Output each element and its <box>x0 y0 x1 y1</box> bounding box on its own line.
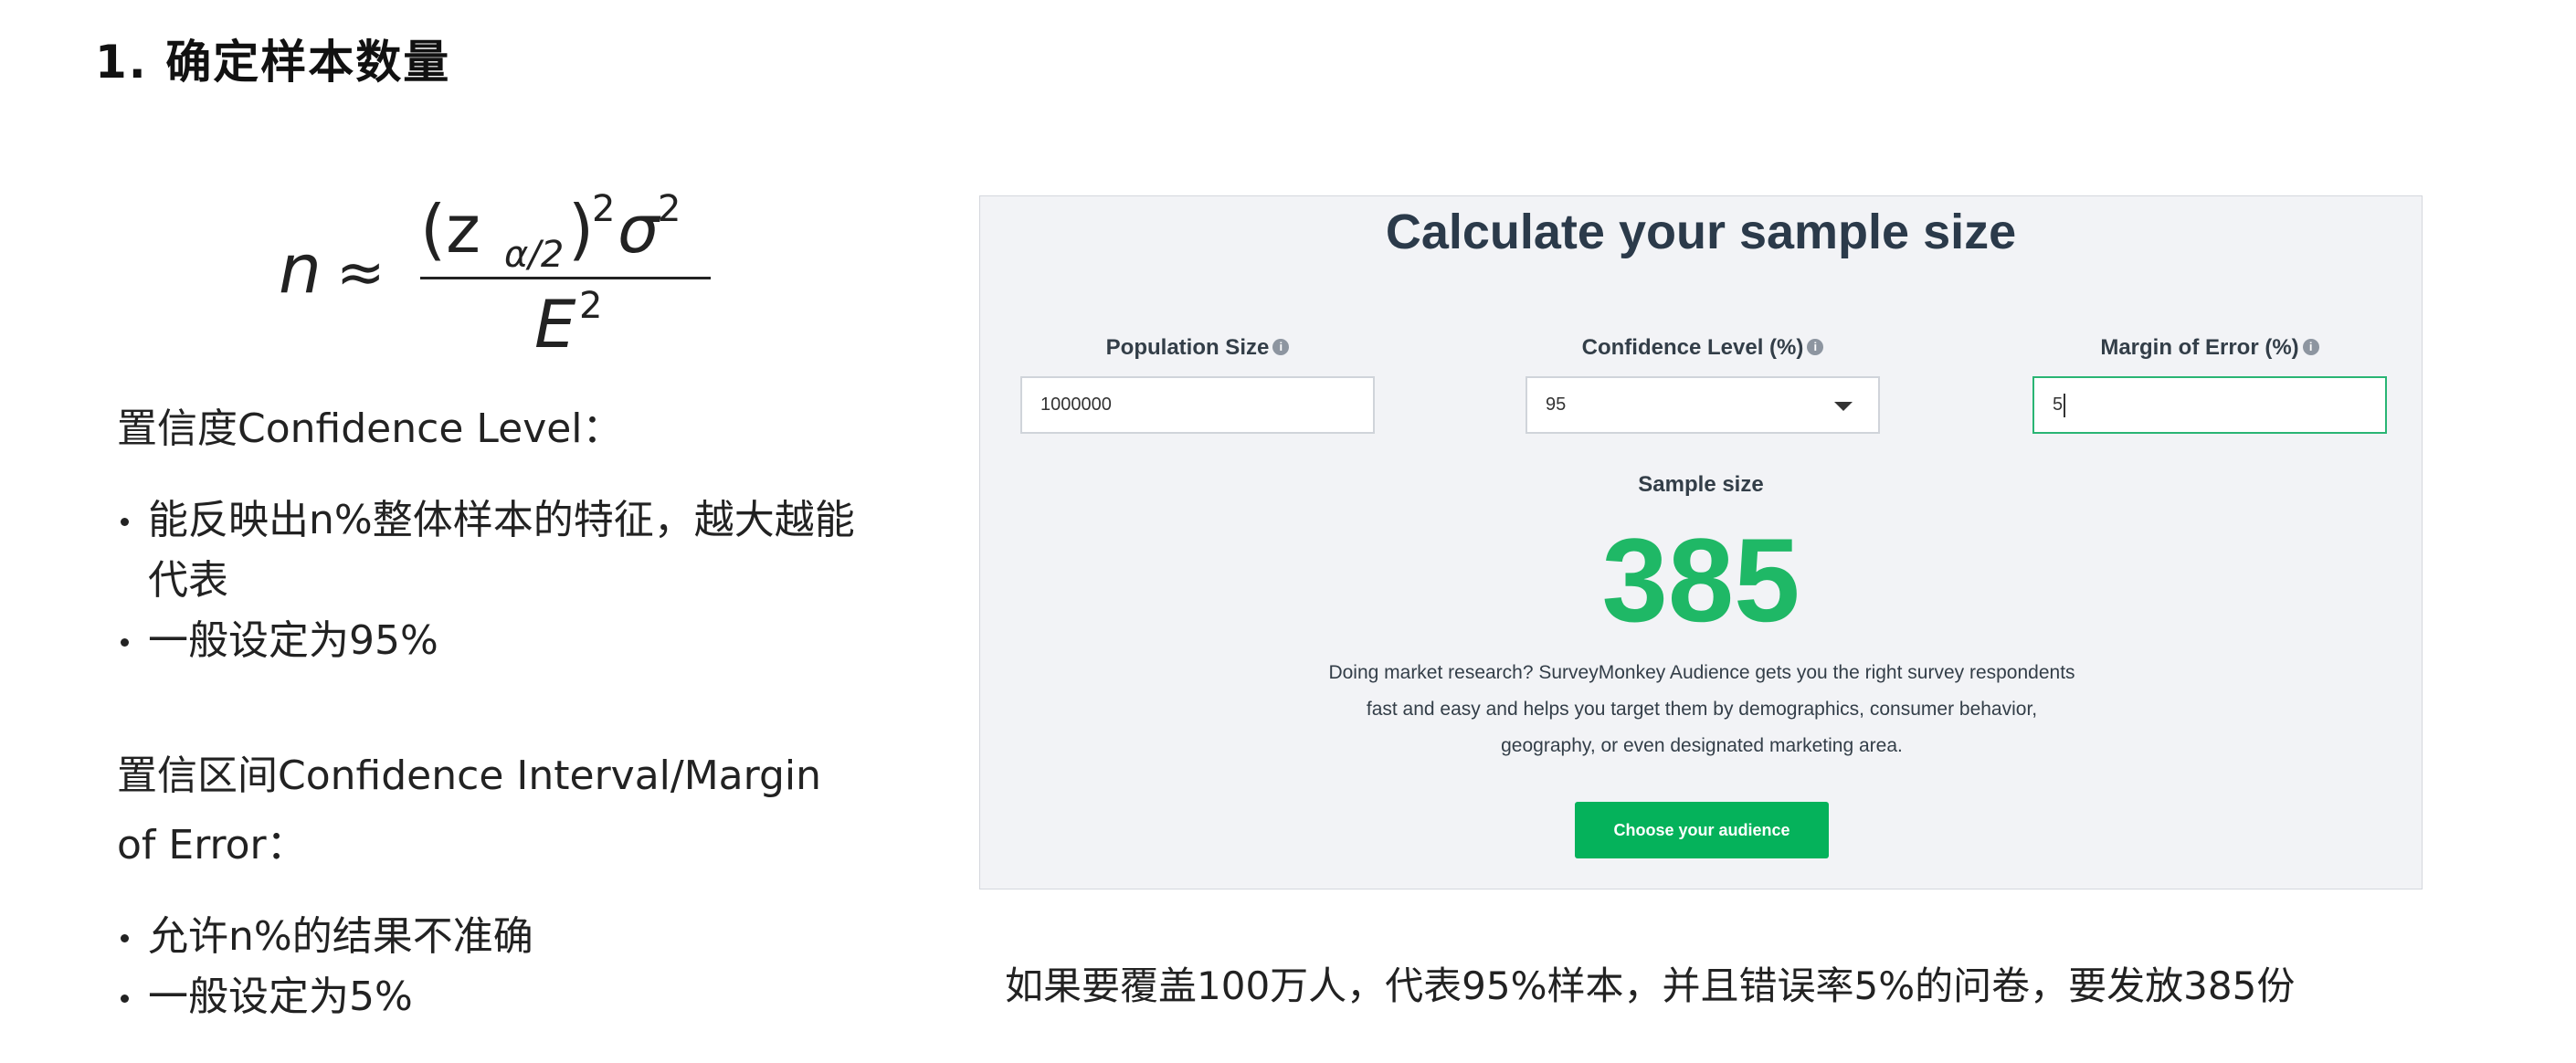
sample-size-value: 385 <box>1601 513 1800 647</box>
formula-subscript: α/2 <box>504 234 564 276</box>
sample-size-description: Doing market research? SurveyMonkey Audi… <box>1328 662 2075 756</box>
population-size-label: Population Size i <box>1020 335 1375 361</box>
bullet-dot <box>121 638 129 647</box>
bullet-dot <box>121 518 129 526</box>
formula-numerator: (z <box>420 191 480 268</box>
list-item: 一般设定为5% <box>117 967 866 1027</box>
info-icon[interactable]: i <box>1807 338 1824 355</box>
formula-sigma: σ <box>618 191 661 268</box>
confidence-interval-title: 置信区间Confidence Interval/Margin of Error： <box>117 753 821 868</box>
page-heading: 1. 确定样本数量 <box>95 36 451 89</box>
list-item: 允许n%的结果不准确 <box>117 907 866 967</box>
bullet-dot <box>121 995 129 1003</box>
formula-E: E <box>534 286 576 363</box>
margin-of-error-label: Margin of Error (%) i <box>2032 335 2387 361</box>
list-item: 一般设定为95% <box>117 611 866 671</box>
formula-exp1: 2 <box>592 188 615 230</box>
confidence-level-title: 置信度Confidence Level： <box>117 405 623 452</box>
formula-approx: ≈ <box>336 239 385 307</box>
formula-fraction-bar <box>420 277 711 279</box>
confidence-level-bullets: 能反映出n%整体样本的特征，越大越能代表 一般设定为95% <box>117 490 866 671</box>
sample-size-calculator: Calculate your sample size Population Si… <box>979 195 2423 889</box>
formula-n: n <box>279 230 322 309</box>
calculator-title: Calculate your sample size <box>1385 205 2017 259</box>
formula-exp3: 2 <box>579 285 602 327</box>
formula-exp2: 2 <box>658 188 681 230</box>
confidence-interval-bullets: 允许n%的结果不准确 一般设定为5% <box>117 907 866 1027</box>
info-icon[interactable]: i <box>1272 338 1290 355</box>
bullet-dot <box>121 934 129 942</box>
conclusion-text: 如果要覆盖100万人，代表95%样本，并且错误率5%的问卷，要发放385份 <box>1005 963 2296 1008</box>
list-item: 能反映出n%整体样本的特征，越大越能代表 <box>117 490 866 611</box>
margin-of-error-input[interactable]: 5 <box>2032 376 2387 434</box>
sample-size-formula: n ≈ (z α/2 ) 2 σ 2 E 2 <box>274 183 731 365</box>
formula-paren-close: ) <box>568 191 594 268</box>
info-icon[interactable]: i <box>2302 338 2319 355</box>
text-cursor <box>2064 393 2066 417</box>
confidence-level-select[interactable]: 95 <box>1526 376 1880 434</box>
chevron-down-icon <box>1834 402 1853 411</box>
population-size-input[interactable]: 1000000 <box>1020 376 1375 434</box>
confidence-level-label: Confidence Level (%) i <box>1526 335 1880 361</box>
sample-size-label: Sample size <box>1638 472 1764 497</box>
choose-audience-button[interactable]: Choose your audience <box>1575 802 1829 858</box>
